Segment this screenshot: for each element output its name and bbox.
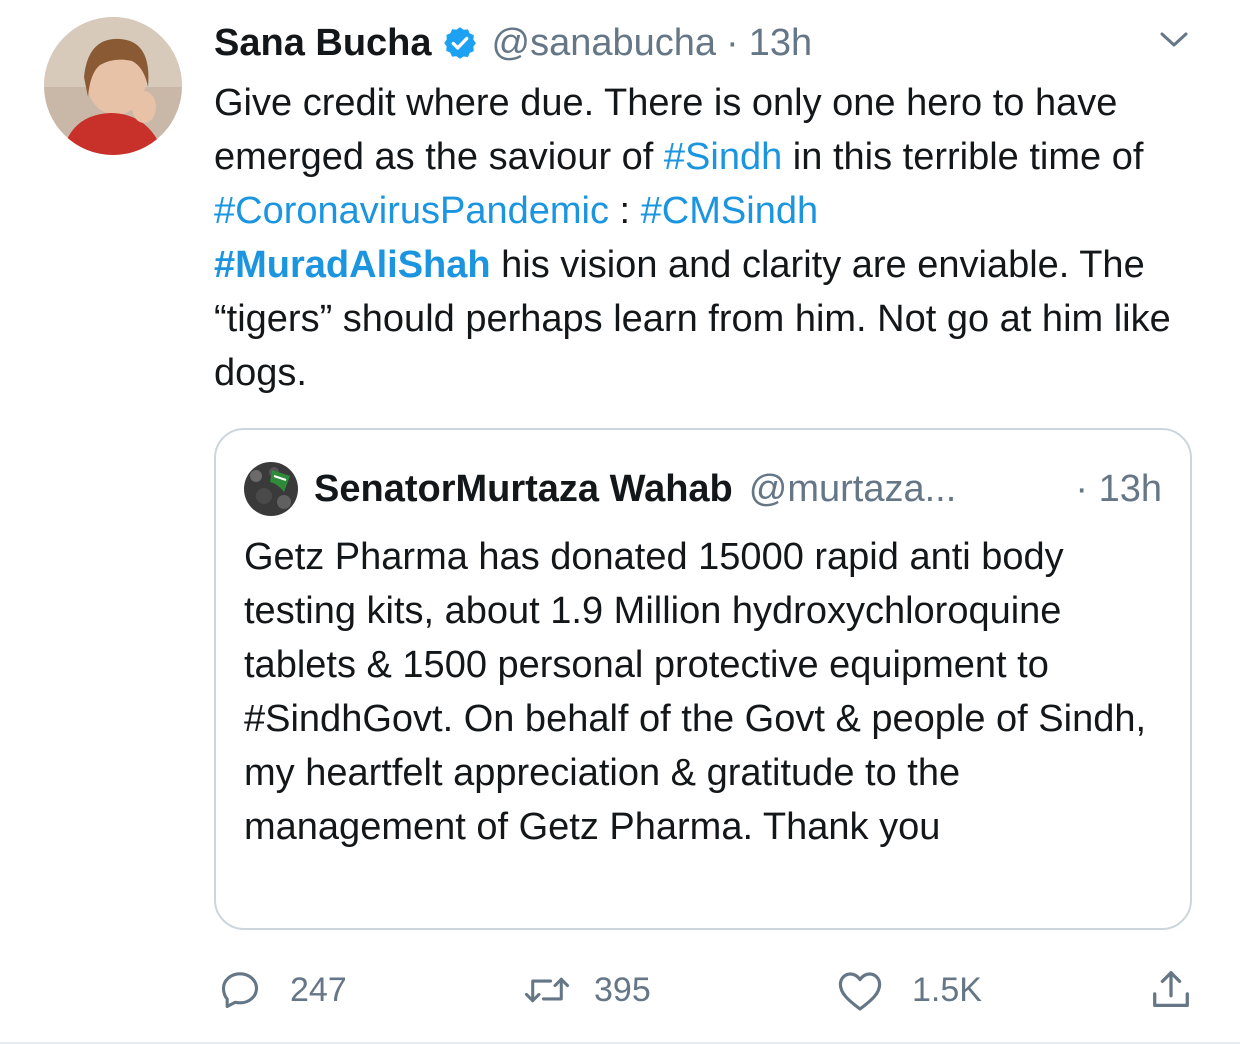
quoted-author-handle[interactable]: @murtaza... bbox=[749, 468, 957, 511]
tweet-action-bar: 247 395 1.5K bbox=[214, 962, 1204, 1018]
author-name[interactable]: Sana Bucha bbox=[214, 22, 432, 65]
tweet-header: Sana Bucha @sanabucha · 13h bbox=[214, 18, 1200, 68]
hashtag-sindh[interactable]: #Sindh bbox=[664, 136, 782, 178]
reply-icon bbox=[218, 968, 262, 1012]
author-avatar[interactable] bbox=[44, 17, 182, 155]
quoted-author-avatar bbox=[244, 462, 298, 516]
quoted-tweet-card[interactable]: SenatorMurtaza Wahab @murtaza... · 13h G… bbox=[214, 428, 1192, 930]
share-icon bbox=[1148, 966, 1194, 1014]
tweet-text-part: in this terrible time of bbox=[782, 136, 1144, 178]
retweet-button[interactable]: 395 bbox=[522, 962, 651, 1018]
tweet-timestamp[interactable]: 13h bbox=[749, 22, 812, 65]
verified-badge-icon bbox=[442, 25, 478, 61]
like-icon bbox=[836, 968, 884, 1012]
reply-count: 247 bbox=[290, 970, 347, 1009]
quoted-tweet-timestamp[interactable]: · 13h bbox=[1075, 468, 1162, 511]
like-button[interactable]: 1.5K bbox=[836, 962, 982, 1018]
header-separator: · bbox=[726, 21, 739, 64]
reply-button[interactable]: 247 bbox=[218, 962, 347, 1018]
hashtag-muradalishah[interactable]: #MuradAliShah bbox=[214, 244, 491, 286]
author-handle[interactable]: @sanabucha bbox=[492, 22, 717, 65]
retweet-count: 395 bbox=[594, 970, 651, 1009]
chevron-down-icon[interactable] bbox=[1156, 22, 1192, 58]
hashtag-cmsindh[interactable]: #CMSindh bbox=[641, 190, 818, 232]
retweet-icon bbox=[522, 968, 572, 1012]
hashtag-coronavirus-pandemic[interactable]: #CoronavirusPandemic bbox=[214, 190, 609, 232]
quoted-tweet-text: Getz Pharma has donated 15000 rapid anti… bbox=[244, 536, 1147, 848]
tweet-text-part: : bbox=[608, 190, 641, 232]
tweet-text: Give credit where due. There is only one… bbox=[214, 76, 1214, 400]
share-button[interactable] bbox=[1148, 962, 1194, 1018]
quoted-tweet-header: SenatorMurtaza Wahab @murtaza... · 13h bbox=[314, 462, 1162, 516]
quoted-author-name[interactable]: SenatorMurtaza Wahab bbox=[314, 468, 733, 511]
like-count: 1.5K bbox=[912, 970, 982, 1009]
